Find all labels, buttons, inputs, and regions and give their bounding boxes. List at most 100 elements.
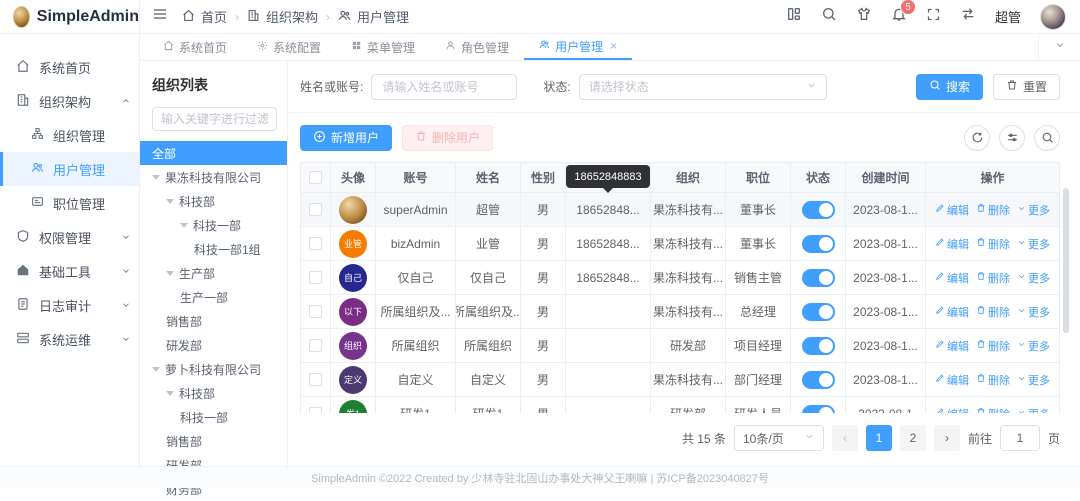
row-checkbox[interactable] [309, 407, 322, 413]
delete-link[interactable]: 删除 [976, 304, 1010, 320]
column-settings-button[interactable] [999, 125, 1025, 151]
sidebar-item-operations[interactable]: 系统运维 [0, 322, 139, 356]
tab-options-button[interactable] [1038, 34, 1080, 60]
tree-item[interactable]: 科技部 [140, 381, 287, 405]
edit-link[interactable]: 编辑 [935, 202, 969, 218]
close-icon[interactable]: × [610, 39, 617, 53]
status-toggle[interactable] [802, 269, 835, 287]
delete-link[interactable]: 删除 [976, 372, 1010, 388]
more-dropdown[interactable]: 更多 [1017, 304, 1050, 320]
goto-page-input[interactable] [1000, 425, 1040, 451]
trash-icon [976, 203, 986, 216]
caret-down-icon[interactable] [166, 271, 174, 276]
search-icon[interactable] [821, 6, 837, 27]
tree-item[interactable]: 销售部 [140, 429, 287, 453]
status-toggle[interactable] [802, 235, 835, 253]
tab-menu[interactable]: 菜单管理 [336, 34, 430, 60]
status-toggle[interactable] [802, 201, 835, 219]
breadcrumb-item[interactable]: 组织架构 [266, 7, 318, 26]
row-checkbox[interactable] [309, 271, 322, 284]
tree-item[interactable]: 萝卜科技有限公司 [140, 357, 287, 381]
status-select[interactable]: 请选择状态 [579, 74, 827, 100]
sidebar-item-position-management[interactable]: 职位管理 [0, 186, 139, 220]
prev-page-button[interactable]: ‹ [832, 425, 858, 451]
tab-config[interactable]: 系统配置 [242, 34, 336, 60]
sidebar-item-tools[interactable]: 基础工具 [0, 254, 139, 288]
caret-down-icon[interactable] [152, 175, 160, 180]
refresh-button[interactable] [964, 125, 990, 151]
add-user-button[interactable]: 新增用户 [300, 125, 392, 151]
sidebar-item-permissions[interactable]: 权限管理 [0, 220, 139, 254]
tree-item[interactable]: 研发部 [140, 333, 287, 357]
tree-item[interactable]: 科技部 [140, 189, 287, 213]
tree-item[interactable]: 生产一部 [140, 285, 287, 309]
user-avatar[interactable] [1040, 4, 1066, 30]
tree-filter-input[interactable] [152, 107, 277, 131]
tab-home[interactable]: 系统首页 [148, 34, 242, 60]
name-search-input[interactable] [371, 74, 517, 100]
row-checkbox[interactable] [309, 203, 322, 216]
table-search-button[interactable] [1034, 125, 1060, 151]
search-button[interactable]: 搜索 [916, 74, 983, 100]
delete-link[interactable]: 删除 [976, 270, 1010, 286]
more-dropdown[interactable]: 更多 [1017, 270, 1050, 286]
tree-item[interactable]: 科技一部1组 [140, 237, 287, 261]
app-logo[interactable]: SimpleAdmin [0, 0, 140, 33]
select-all-checkbox[interactable] [309, 171, 322, 184]
reset-button[interactable]: 重置 [993, 74, 1060, 100]
delete-link[interactable]: 删除 [976, 406, 1010, 414]
theme-shirt-icon[interactable] [856, 6, 872, 27]
row-checkbox[interactable] [309, 305, 322, 318]
current-user-name[interactable]: 超管 [995, 7, 1021, 26]
next-page-button[interactable]: › [934, 425, 960, 451]
edit-link[interactable]: 编辑 [935, 304, 969, 320]
row-checkbox[interactable] [309, 373, 322, 386]
delete-link[interactable]: 删除 [976, 236, 1010, 252]
tab-user-management[interactable]: 用户管理 × [524, 34, 632, 60]
more-dropdown[interactable]: 更多 [1017, 202, 1050, 218]
tab-role[interactable]: 角色管理 [430, 34, 524, 60]
caret-down-icon[interactable] [166, 391, 174, 396]
page-button-1[interactable]: 1 [866, 425, 892, 451]
more-dropdown[interactable]: 更多 [1017, 236, 1050, 252]
more-dropdown[interactable]: 更多 [1017, 406, 1050, 414]
tree-item[interactable]: 科技一部 [140, 213, 287, 237]
table-scrollbar[interactable] [1063, 188, 1069, 333]
caret-down-icon[interactable] [152, 367, 160, 372]
delete-link[interactable]: 删除 [976, 338, 1010, 354]
status-toggle[interactable] [802, 303, 835, 321]
more-dropdown[interactable]: 更多 [1017, 338, 1050, 354]
tree-item[interactable]: 科技一部 [140, 405, 287, 429]
delete-link[interactable]: 删除 [976, 202, 1010, 218]
tree-item[interactable]: 果冻科技有限公司 [140, 165, 287, 189]
sidebar-item-user-management[interactable]: 用户管理 [0, 152, 139, 186]
edit-link[interactable]: 编辑 [935, 406, 969, 414]
edit-link[interactable]: 编辑 [935, 236, 969, 252]
sidebar-item-dashboard[interactable]: 系统首页 [0, 50, 139, 84]
edit-link[interactable]: 编辑 [935, 338, 969, 354]
collapse-menu-icon[interactable] [152, 6, 168, 27]
switch-org-icon[interactable] [960, 6, 976, 27]
page-button-2[interactable]: 2 [900, 425, 926, 451]
edit-link[interactable]: 编辑 [935, 372, 969, 388]
sidebar-item-org-management[interactable]: 组织管理 [0, 118, 139, 152]
caret-down-icon[interactable] [180, 223, 188, 228]
fullscreen-icon[interactable] [926, 7, 941, 27]
tree-item[interactable]: 生产部 [140, 261, 287, 285]
row-checkbox[interactable] [309, 339, 322, 352]
page-size-select[interactable]: 10条/页 [734, 425, 824, 451]
tree-item[interactable]: 销售部 [140, 309, 287, 333]
status-toggle[interactable] [802, 371, 835, 389]
layout-grid-icon[interactable] [786, 6, 802, 27]
delete-users-button[interactable]: 删除用户 [402, 125, 493, 151]
status-toggle[interactable] [802, 405, 835, 414]
caret-down-icon[interactable] [166, 199, 174, 204]
breadcrumb-item[interactable]: 首页 [201, 7, 227, 26]
row-checkbox[interactable] [309, 237, 322, 250]
sidebar-item-organization[interactable]: 组织架构 [0, 84, 139, 118]
edit-link[interactable]: 编辑 [935, 270, 969, 286]
more-dropdown[interactable]: 更多 [1017, 372, 1050, 388]
tree-item-all[interactable]: 全部 [140, 141, 287, 165]
status-toggle[interactable] [802, 337, 835, 355]
sidebar-item-audit-logs[interactable]: 日志审计 [0, 288, 139, 322]
